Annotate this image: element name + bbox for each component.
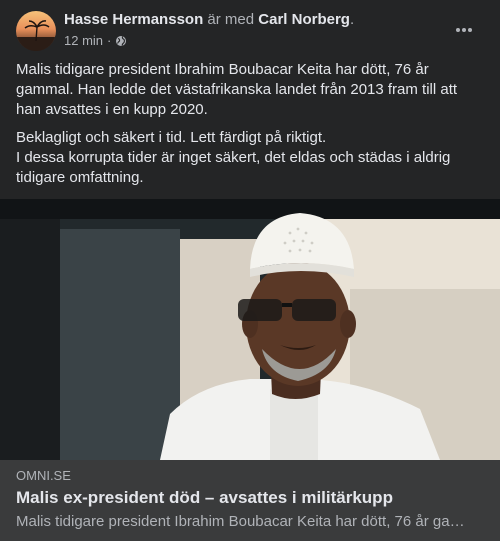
link-image[interactable] — [0, 199, 500, 460]
link-description: Malis tidigare president Ibrahim Boubaca… — [16, 513, 468, 530]
meta-separator: · — [107, 33, 112, 48]
connector-text: är med — [207, 11, 255, 28]
tagged-name[interactable]: Carl Norberg — [258, 11, 350, 28]
avatar-image — [16, 20, 56, 51]
author-avatar[interactable] — [16, 11, 56, 51]
author-name[interactable]: Hasse Hermansson — [64, 11, 203, 28]
post-timestamp[interactable]: 12 min — [64, 33, 103, 48]
link-title[interactable]: Malis ex-president död – avsattes i mili… — [16, 488, 393, 508]
link-domain: OMNI.SE — [16, 468, 71, 483]
post-meta: 12 min · — [64, 33, 127, 48]
more-options-button[interactable] — [450, 16, 478, 44]
link-preview[interactable]: OMNI.SE Malis ex-president död – avsatte… — [0, 460, 500, 541]
post-author-line: Hasse Hermansson är med Carl Norberg. — [64, 11, 354, 28]
more-options-icon — [456, 28, 472, 32]
president-photo — [0, 199, 500, 460]
post-paragraph-2: Beklagligt och säkert i tid. Lett färdig… — [16, 129, 451, 186]
post-text: Malis tidigare president Ibrahim Boubaca… — [16, 60, 486, 196]
tail-text: . — [349, 11, 355, 28]
globe-icon[interactable] — [115, 35, 127, 47]
post-paragraph-1: Malis tidigare president Ibrahim Boubaca… — [16, 61, 458, 118]
post-header: Hasse Hermansson är med Carl Norberg. 12… — [0, 0, 500, 58]
